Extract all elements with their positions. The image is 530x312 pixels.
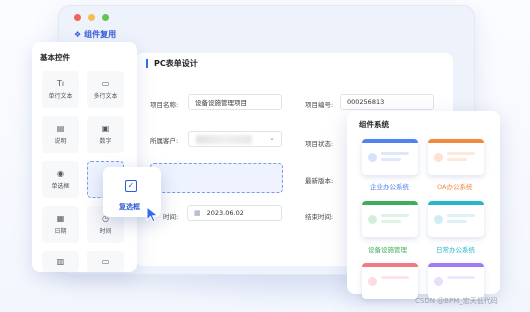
tile-multi-text[interactable]: ▭ 多行文本 bbox=[87, 71, 124, 108]
calendar-icon: ▦ bbox=[194, 209, 201, 217]
time-input[interactable]: ▦ 2023.06.02 bbox=[187, 205, 282, 221]
tile-label: 多行文本 bbox=[93, 93, 118, 100]
line bbox=[447, 158, 467, 161]
latest-version-label: 最新版本: bbox=[305, 177, 334, 185]
avatar bbox=[434, 277, 443, 286]
tile-label: 时间 bbox=[99, 228, 112, 235]
system-card[interactable] bbox=[428, 263, 484, 299]
customer-value-blurred bbox=[196, 135, 252, 144]
avatar bbox=[368, 215, 377, 224]
system-card-label: OA办公系统 bbox=[437, 183, 473, 191]
table-icon: ▥ bbox=[56, 257, 65, 266]
card-icon: ▭ bbox=[101, 257, 110, 266]
avatar bbox=[368, 153, 377, 162]
tile-description[interactable]: ▤ 说明 bbox=[42, 116, 79, 153]
end-time-label: 结束时间: bbox=[305, 213, 334, 221]
checkbox-icon: ✓ bbox=[125, 180, 137, 192]
line bbox=[447, 214, 475, 217]
multi-text-icon: ▭ bbox=[101, 79, 110, 88]
tile-label: 单选框 bbox=[51, 183, 70, 190]
system-card[interactable] bbox=[428, 201, 484, 237]
project-status-label: 项目状态: bbox=[305, 140, 334, 148]
form-title: PC表单设计 bbox=[146, 59, 198, 68]
time-label: 时间: bbox=[163, 213, 179, 221]
date-icon: ▦ bbox=[56, 214, 65, 223]
tile-radio[interactable]: ◉ 单选框 bbox=[42, 161, 79, 198]
line bbox=[381, 220, 401, 223]
tile-label: 说明 bbox=[54, 138, 67, 145]
line bbox=[381, 276, 409, 279]
project-no-label: 项目编号: bbox=[305, 101, 334, 109]
avatar bbox=[434, 153, 443, 162]
tab-component-reuse[interactable]: ❖ 组件复用 bbox=[74, 29, 116, 40]
card-accent bbox=[428, 263, 484, 267]
tile-single-text[interactable]: Tı 单行文本 bbox=[42, 71, 79, 108]
component-system-title: 组件系统 bbox=[359, 120, 389, 129]
card-accent bbox=[362, 139, 418, 143]
card-accent bbox=[362, 201, 418, 205]
chevron-down-icon[interactable]: ⌄ bbox=[269, 134, 275, 142]
avatar bbox=[368, 277, 377, 286]
avatar bbox=[434, 215, 443, 224]
tile-partial[interactable]: ▥ bbox=[42, 251, 79, 272]
system-card-label: 企业办公系统 bbox=[370, 183, 409, 191]
tile-label: 日期 bbox=[54, 228, 67, 235]
tile-date[interactable]: ▦ 日期 bbox=[42, 206, 79, 243]
window-close-dot[interactable] bbox=[74, 14, 81, 21]
description-icon: ▤ bbox=[56, 124, 65, 133]
project-name-label: 项目名称: bbox=[150, 101, 179, 109]
project-name-input[interactable]: 设备设施管理项目 bbox=[188, 94, 282, 110]
customer-label: 所属客户: bbox=[150, 137, 179, 145]
component-icon: ❖ bbox=[74, 30, 82, 39]
system-card[interactable] bbox=[362, 201, 418, 237]
line bbox=[447, 276, 475, 279]
tile-label: 数字 bbox=[99, 138, 112, 145]
card-accent bbox=[428, 201, 484, 205]
card-accent bbox=[362, 263, 418, 267]
line bbox=[447, 220, 467, 223]
system-card[interactable] bbox=[428, 139, 484, 175]
window-maximize-dot[interactable] bbox=[102, 14, 109, 21]
cursor-arrow-icon bbox=[146, 206, 159, 223]
tile-number[interactable]: ▣ 数字 bbox=[87, 116, 124, 153]
basic-controls-title: 基本控件 bbox=[40, 53, 70, 62]
line bbox=[381, 152, 409, 155]
line bbox=[381, 214, 409, 217]
tile-partial[interactable]: ▭ bbox=[87, 251, 124, 272]
line bbox=[381, 158, 401, 161]
line bbox=[447, 152, 475, 155]
system-card[interactable] bbox=[362, 263, 418, 299]
card-accent bbox=[428, 139, 484, 143]
radio-icon: ◉ bbox=[57, 169, 64, 178]
number-icon: ▣ bbox=[101, 124, 110, 133]
system-card-label: 日常办公系统 bbox=[436, 246, 475, 254]
system-card-label: 设备设施管理 bbox=[368, 246, 407, 254]
system-card[interactable] bbox=[362, 139, 418, 175]
tile-label: 单行文本 bbox=[48, 93, 73, 100]
window-minimize-dot[interactable] bbox=[88, 14, 95, 21]
tab-label: 组件复用 bbox=[84, 30, 117, 39]
single-text-icon: Tı bbox=[56, 79, 65, 88]
project-no-input[interactable]: 000256813 bbox=[340, 94, 434, 110]
dragged-label: 复选框 bbox=[119, 203, 140, 211]
watermark: CSDN @BPM_宏天低代码 bbox=[415, 297, 498, 305]
drop-zone[interactable] bbox=[150, 163, 283, 193]
time-value: 2023.06.02 bbox=[206, 209, 244, 217]
